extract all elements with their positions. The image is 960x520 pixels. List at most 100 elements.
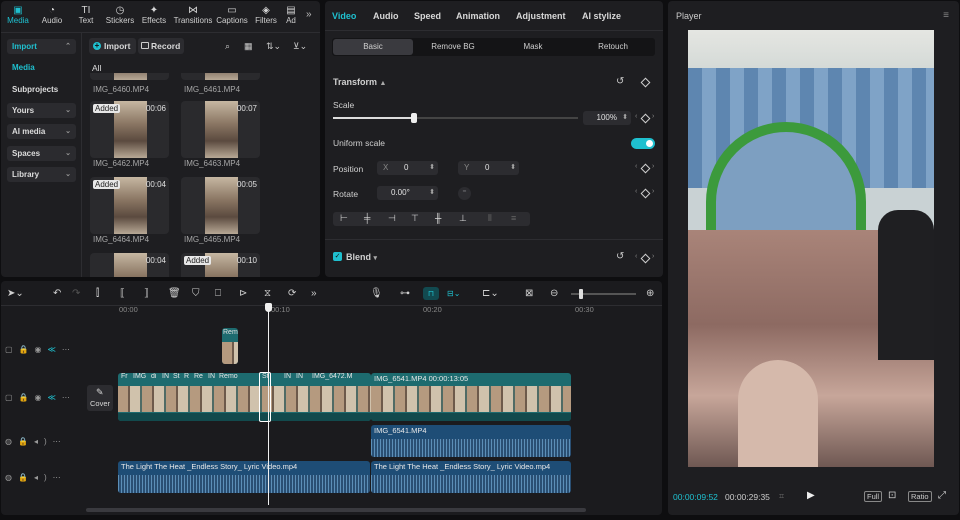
media-thumb[interactable]: Added 00:10 <box>181 253 260 277</box>
media-thumb-6461[interactable] <box>181 73 260 80</box>
ratio-button[interactable]: Ratio <box>908 491 932 502</box>
tab-audio-props[interactable]: Audio <box>373 11 399 21</box>
tab-captions[interactable]: ▭ Captions <box>215 5 249 25</box>
main-clip-group[interactable]: Fr IMG di IN St R Re IN Remo St IN IN IM… <box>118 373 371 421</box>
keyframe-prev-icon[interactable]: ‹ <box>635 163 637 170</box>
keyframe-prev-icon[interactable]: ‹ <box>635 188 637 195</box>
main-track-link-icon[interactable]: ⊟⌄ <box>447 287 473 300</box>
grid-view-icon[interactable]: ▦ <box>244 41 253 52</box>
music-clip-2[interactable]: The Light The Heat _Endless Story_ Lyric… <box>371 461 571 493</box>
blend-section[interactable]: Blend ▾ <box>346 252 377 262</box>
magnet-snap-icon[interactable]: ⊓ <box>423 287 439 300</box>
media-thumb[interactable]: 00:04 <box>90 253 169 277</box>
eye-icon[interactable]: ◉ <box>35 393 48 402</box>
distribute-v-icon[interactable]: ≡ <box>511 213 516 223</box>
scale-slider-handle[interactable] <box>410 113 417 123</box>
eye-icon[interactable]: ◉ <box>35 345 48 354</box>
delete-icon[interactable]: 🗑 <box>168 288 181 300</box>
reset-icon[interactable]: ↺ <box>616 251 624 262</box>
tab-stickers[interactable]: ◷ Stickers <box>103 5 137 25</box>
record-button[interactable]: Record <box>138 38 184 54</box>
uniform-scale-toggle[interactable] <box>631 138 655 149</box>
fullscreen-icon[interactable]: ⤢ <box>938 490 946 501</box>
sidebar-item-spaces[interactable]: Spaces ⌄ <box>7 146 76 161</box>
tab-effects[interactable]: ✦ Effects <box>137 5 171 25</box>
trim-left-icon[interactable]: ⟦ <box>120 288 125 300</box>
tab-transitions[interactable]: ⋈ Transitions <box>173 5 213 25</box>
zoom-out-icon[interactable]: ⊖ <box>550 288 558 300</box>
volume-icon[interactable]: ◂) <box>34 437 53 446</box>
fit-icon[interactable]: ⌗ <box>779 491 784 502</box>
keyframe-prev-icon[interactable]: ‹ <box>635 113 637 120</box>
stepper-icon[interactable]: ⬍ <box>429 161 435 175</box>
keyframe-icon[interactable] <box>640 163 651 174</box>
sort-icon[interactable]: ⇅⌄ <box>266 41 281 52</box>
tab-adjustment[interactable]: Adjustment <box>516 11 566 21</box>
stepper-icon[interactable]: ⬍ <box>622 111 628 125</box>
trim-right-icon[interactable]: ⟧ <box>144 288 149 300</box>
more-tabs-icon[interactable]: » <box>306 9 312 20</box>
filter-icon[interactable]: ⊻⌄ <box>293 41 307 52</box>
keyframe-next-icon[interactable]: › <box>652 253 654 260</box>
track-link-icon[interactable]: ≪ <box>48 393 62 402</box>
audio-track-icon[interactable]: ◍ <box>5 473 18 482</box>
search-icon[interactable]: ⌕ <box>225 41 230 52</box>
menu-icon[interactable]: ≡ <box>943 10 949 21</box>
track-visibility-icon[interactable]: ▢ <box>5 345 19 354</box>
lock-icon[interactable]: 🔒 <box>19 393 35 402</box>
timeline-ruler[interactable]: 00:00 00:10 00:20 00:30 <box>117 304 662 314</box>
zoom-slider[interactable] <box>571 289 636 299</box>
cover-button[interactable]: ✎ Cover <box>87 385 113 411</box>
more-icon[interactable]: ⋯ <box>62 393 76 402</box>
stepper-icon[interactable]: ⬍ <box>510 161 516 175</box>
subtab-mask[interactable]: Mask <box>493 39 573 55</box>
more-icon[interactable]: ⋯ <box>62 345 76 354</box>
rotate-icon[interactable]: ⟳ <box>288 288 296 300</box>
align-center-h-icon[interactable]: ╪ <box>364 213 370 223</box>
playhead[interactable] <box>265 303 272 505</box>
zoom-in-icon[interactable]: ⊕ <box>646 288 654 300</box>
keyframe-icon[interactable] <box>640 77 651 88</box>
audio-clip-6541[interactable]: IMG_6541.MP4 <box>371 425 571 457</box>
sidebar-item-subprojects[interactable]: Subprojects <box>7 82 76 97</box>
scale-input[interactable]: 100% ⬍ <box>583 111 631 125</box>
more-icon[interactable]: ⋯ <box>53 437 67 446</box>
keyframe-icon[interactable] <box>640 113 651 124</box>
media-thumb-6463[interactable]: 00:07 <box>181 101 260 158</box>
keyframe-icon[interactable] <box>640 188 651 199</box>
lock-icon[interactable]: 🔒 <box>18 437 34 446</box>
media-thumb-6462[interactable]: Added 00:06 <box>90 101 169 158</box>
crop-icon[interactable]: ⎕ <box>215 288 221 300</box>
sidebar-item-media[interactable]: Media <box>7 60 76 75</box>
subtab-basic[interactable]: Basic <box>333 39 413 55</box>
redo-icon[interactable]: ↷ <box>72 288 80 300</box>
align-bottom-icon[interactable]: ⊥ <box>459 213 467 224</box>
tab-audio[interactable]: ◔ Audio <box>35 5 69 25</box>
transform-section[interactable]: Transform ▲ <box>333 77 386 87</box>
undo-icon[interactable]: ↶ <box>53 288 61 300</box>
track-link-icon[interactable]: ≪ <box>48 345 62 354</box>
overlay-clip[interactable]: Rem <box>222 328 238 364</box>
tab-text[interactable]: TI Text <box>69 5 103 25</box>
tab-media[interactable]: ▣ Media <box>1 5 35 25</box>
import-button[interactable]: + Import <box>89 38 136 54</box>
align-left-icon[interactable]: ⊢ <box>340 213 348 224</box>
tab-speed[interactable]: Speed <box>414 11 441 21</box>
filter-all-label[interactable]: All <box>92 63 101 73</box>
play-circle-icon[interactable]: ⊳ <box>239 288 247 300</box>
link-icon[interactable]: ⊶ <box>400 288 410 300</box>
tab-ad[interactable]: ▤ Ad <box>277 5 305 25</box>
track-visibility-icon[interactable]: ▢ <box>5 393 19 402</box>
align-right-icon[interactable]: ⊣ <box>388 213 396 224</box>
keyframe-prev-icon[interactable]: ‹ <box>635 253 637 260</box>
marker-icon[interactable]: ⛉ <box>192 288 200 300</box>
main-clip-6541[interactable]: IMG_6541.MP4 00:00:13:05 <box>371 373 571 421</box>
tab-video[interactable]: Video <box>332 11 356 21</box>
full-button[interactable]: Full <box>864 491 883 502</box>
caption-icon[interactable]: ⊠ <box>525 288 533 300</box>
reset-icon[interactable]: ↺ <box>616 76 624 87</box>
microphone-icon[interactable]: 🎙 <box>370 288 383 300</box>
lock-icon[interactable]: 🔒 <box>18 473 34 482</box>
subtab-retouch[interactable]: Retouch <box>573 39 653 55</box>
sidebar-item-import[interactable]: Import ⌃ <box>7 39 76 54</box>
